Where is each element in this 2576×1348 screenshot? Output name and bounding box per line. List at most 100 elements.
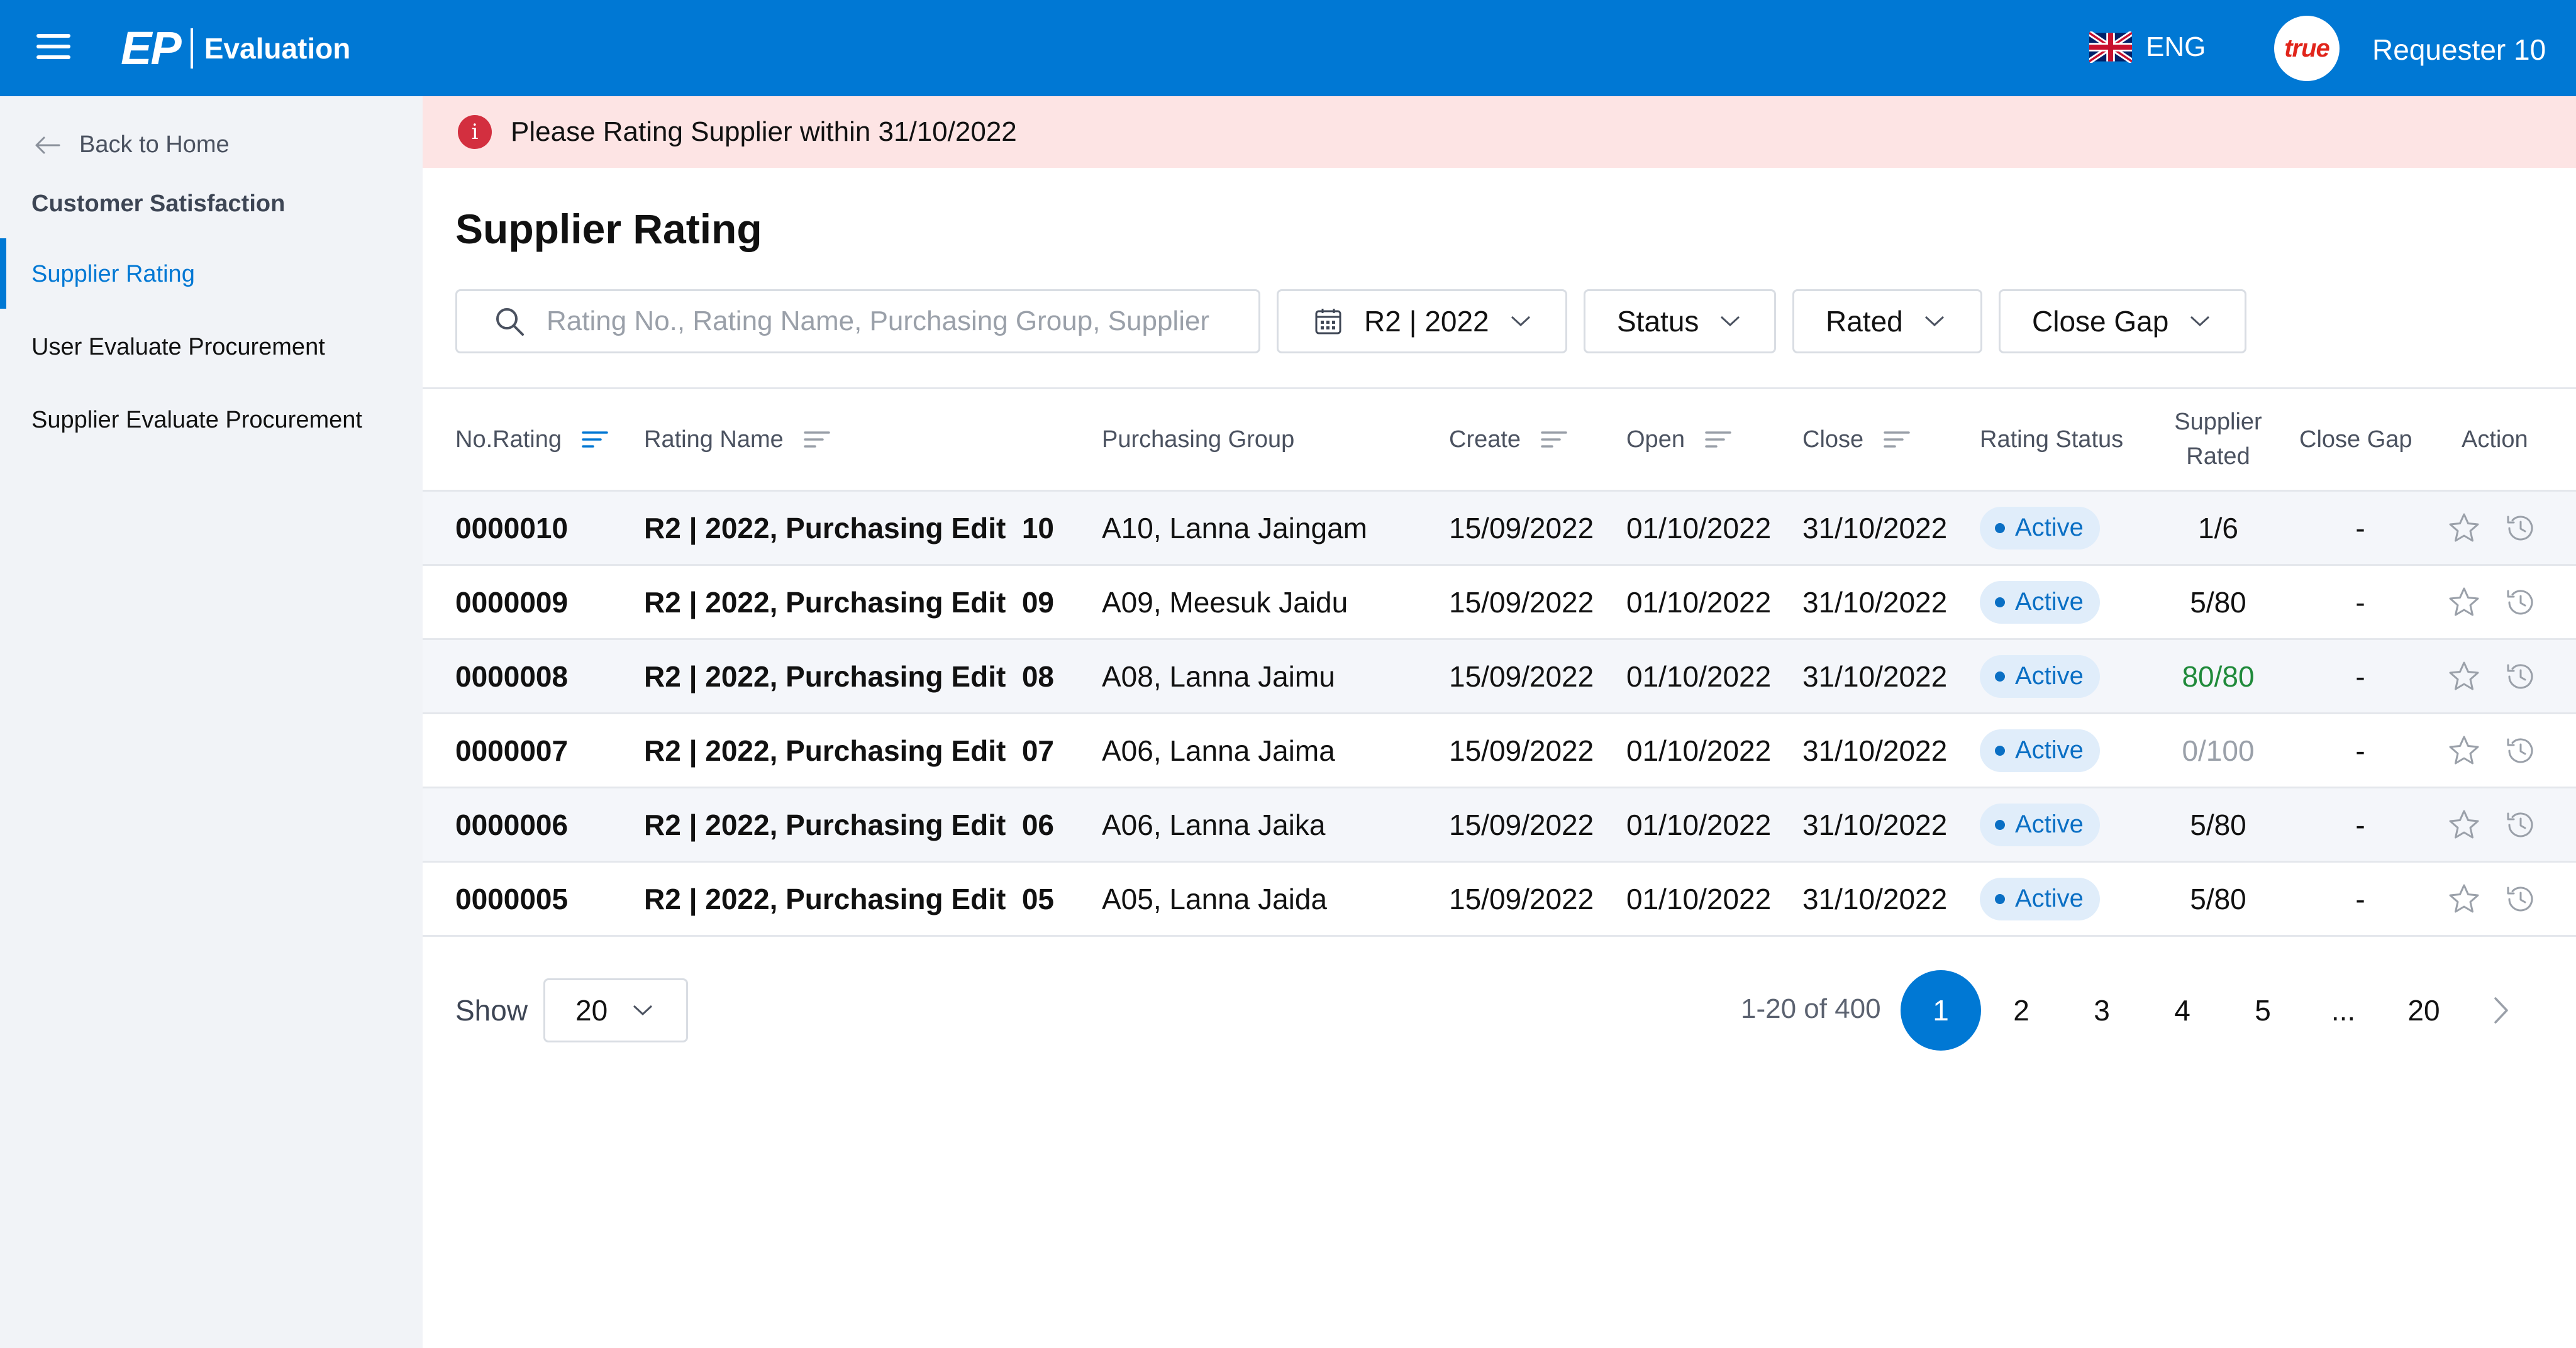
page-button-2[interactable]: 2 <box>1981 970 2062 1051</box>
alert-text: Please Rating Supplier within 31/10/2022 <box>511 116 1017 147</box>
history-icon[interactable] <box>2503 659 2538 694</box>
page-size-select[interactable]: 20 <box>543 978 688 1042</box>
action-buttons <box>2446 788 2538 861</box>
history-icon[interactable] <box>2503 881 2538 917</box>
status-dropdown-label: Status <box>1617 305 1699 338</box>
rating-number: 0000010 <box>455 511 569 544</box>
supplier-rated: 5/80 <box>2190 808 2246 841</box>
rated-dropdown[interactable]: Rated <box>1792 289 1982 353</box>
sort-icon[interactable] <box>804 429 830 450</box>
column-label: Rated <box>2186 443 2250 470</box>
logo-mark: EP <box>121 22 182 74</box>
status-dot-icon <box>1995 671 2005 682</box>
page-title: Supplier Rating <box>455 206 762 252</box>
history-icon[interactable] <box>2503 511 2538 546</box>
purchasing-group: A10, Lanna Jaingam <box>1102 511 1367 544</box>
column-label: Supplier <box>2174 408 2262 435</box>
create-date: 15/09/2022 <box>1449 882 1594 915</box>
sort-active-icon[interactable] <box>582 429 608 450</box>
action-buttons <box>2446 714 2538 787</box>
sort-icon[interactable] <box>1884 429 1910 450</box>
page-button-1[interactable]: 1 <box>1901 970 1981 1051</box>
column-header-no-rating[interactable]: No.Rating <box>455 389 608 490</box>
column-header-rating-name[interactable]: Rating Name <box>644 389 830 490</box>
star-icon[interactable] <box>2446 659 2482 694</box>
chevron-down-icon <box>1511 316 1530 327</box>
logo-divider <box>190 28 193 69</box>
status-dropdown[interactable]: Status <box>1584 289 1776 353</box>
sidebar-item-supplier-rating[interactable]: Supplier Rating <box>31 261 195 288</box>
rating-number: 0000008 <box>455 660 569 693</box>
hamburger-menu-icon[interactable] <box>36 34 70 59</box>
star-icon[interactable] <box>2446 733 2482 768</box>
rating-name[interactable]: R2 | 2022, Purchasing Edit 10 <box>644 492 1054 564</box>
open-date: 01/10/2022 <box>1626 660 1772 693</box>
table-row[interactable]: 0000005 R2 | 2022, Purchasing Edit 05 A0… <box>423 861 2576 935</box>
page-button-20[interactable]: 20 <box>2384 970 2464 1051</box>
status-dot-icon <box>1995 819 2005 830</box>
purchasing-group: A06, Lanna Jaika <box>1102 808 1326 841</box>
create-date: 15/09/2022 <box>1449 585 1594 619</box>
supplier-rated: 5/80 <box>2190 585 2246 619</box>
rating-name[interactable]: R2 | 2022, Purchasing Edit 07 <box>644 714 1054 787</box>
rating-name[interactable]: R2 | 2022, Purchasing Edit 06 <box>644 788 1054 861</box>
user-avatar[interactable]: true <box>2274 16 2340 81</box>
user-name[interactable]: Requester 10 <box>2372 33 2546 67</box>
star-icon[interactable] <box>2446 511 2482 546</box>
search-input[interactable] <box>547 306 1238 337</box>
rating-name[interactable]: R2 | 2022, Purchasing Edit 05 <box>644 863 1054 935</box>
status-label: Active <box>2015 810 2084 838</box>
page-button-3[interactable]: 3 <box>2062 970 2142 1051</box>
column-header-open[interactable]: Open <box>1626 389 1731 490</box>
chevron-down-icon <box>1721 316 1740 327</box>
star-icon[interactable] <box>2446 585 2482 620</box>
star-icon[interactable] <box>2446 881 2482 917</box>
avatar-brand-text: true <box>2284 34 2330 62</box>
deadline-alert: i Please Rating Supplier within 31/10/20… <box>423 96 2576 168</box>
chevron-down-icon <box>633 1005 653 1016</box>
table-header: No.Rating Rating Name Purchasing Group C… <box>0 389 2576 490</box>
close-gap-value: - <box>2355 882 2365 915</box>
column-header-purchasing-group: Purchasing Group <box>1102 389 1294 490</box>
column-header-close[interactable]: Close <box>1802 389 1910 490</box>
page-button-4[interactable]: 4 <box>2142 970 2223 1051</box>
action-buttons <box>2446 492 2538 564</box>
search-box[interactable] <box>455 289 1260 353</box>
star-icon[interactable] <box>2446 807 2482 842</box>
column-label: Rating Status <box>1980 426 2124 453</box>
table-row[interactable]: 0000008 R2 | 2022, Purchasing Edit 08 A0… <box>423 638 2576 712</box>
back-to-home-link[interactable]: Back to Home <box>34 131 230 158</box>
period-dropdown[interactable]: R2 | 2022 <box>1277 289 1567 353</box>
page-button-5[interactable]: 5 <box>2223 970 2303 1051</box>
history-icon[interactable] <box>2503 807 2538 842</box>
column-header-rating-status: Rating Status <box>1980 389 2123 490</box>
table-row[interactable]: 0000006 R2 | 2022, Purchasing Edit 06 A0… <box>423 787 2576 861</box>
create-date: 15/09/2022 <box>1449 734 1594 767</box>
pagination-range: 1-20 of 400 <box>1741 993 1881 1024</box>
column-header-create[interactable]: Create <box>1449 389 1567 490</box>
sort-icon[interactable] <box>1541 429 1567 450</box>
supplier-rated: 80/80 <box>2182 660 2255 693</box>
sidebar-section-title: Customer Satisfaction <box>31 191 286 217</box>
table-row[interactable]: 0000010 R2 | 2022, Purchasing Edit 10 A1… <box>423 490 2576 564</box>
history-icon[interactable] <box>2503 733 2538 768</box>
table-row[interactable]: 0000009 R2 | 2022, Purchasing Edit 09 A0… <box>423 564 2576 638</box>
sort-icon[interactable] <box>1705 429 1731 450</box>
status-label: Active <box>2015 588 2084 616</box>
history-icon[interactable] <box>2503 585 2538 620</box>
status-dot-icon <box>1995 745 2005 756</box>
app-logo[interactable]: EP Evaluation <box>121 22 350 74</box>
active-indicator <box>0 238 6 309</box>
chevron-right-icon[interactable] <box>2492 995 2511 1026</box>
column-label: Purchasing Group <box>1102 426 1295 453</box>
language-switcher[interactable]: ENG <box>2089 31 2206 63</box>
rating-name[interactable]: R2 | 2022, Purchasing Edit 09 <box>644 566 1054 638</box>
calendar-icon <box>1315 309 1341 334</box>
rating-number: 0000005 <box>455 882 569 915</box>
table-row[interactable]: 0000007 R2 | 2022, Purchasing Edit 07 A0… <box>423 712 2576 787</box>
rating-name[interactable]: R2 | 2022, Purchasing Edit 08 <box>644 640 1054 712</box>
sidebar-item-user-evaluate-procurement[interactable]: User Evaluate Procurement <box>31 334 325 361</box>
status-dot-icon <box>1995 893 2005 904</box>
search-icon <box>496 308 524 336</box>
close-gap-dropdown[interactable]: Close Gap <box>1999 289 2246 353</box>
